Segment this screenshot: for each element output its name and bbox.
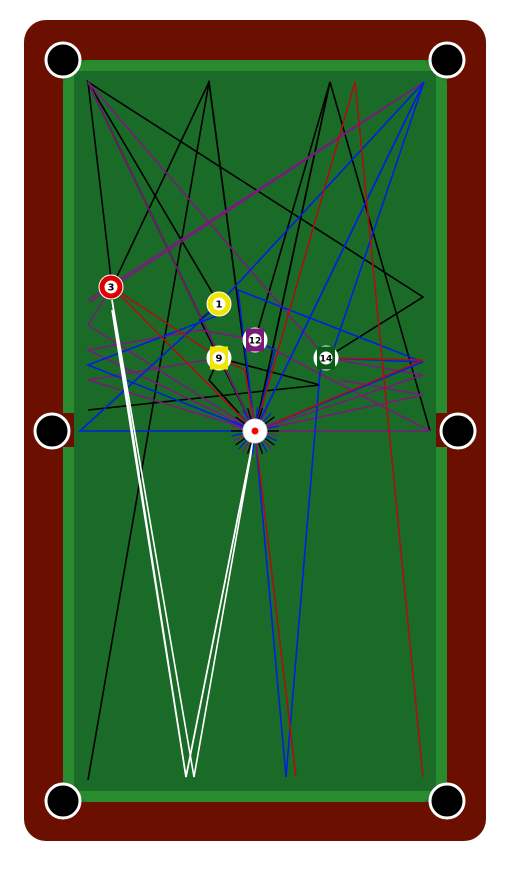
pool-table-view: 3 1 12 9 14: [0, 0, 511, 869]
ball-1[interactable]: 1: [206, 291, 232, 317]
pocket-top-right: [428, 41, 466, 79]
ball-number: 9: [216, 354, 223, 365]
cue-ball-dot: [251, 427, 259, 435]
pocket-top-left: [44, 41, 82, 79]
ball-12[interactable]: 12: [242, 327, 268, 353]
ball-number: 3: [108, 283, 115, 294]
ball-number: 14: [320, 355, 333, 365]
pocket-bottom-right: [428, 782, 466, 820]
ball-number: 1: [216, 300, 223, 311]
ball-3[interactable]: 3: [98, 274, 124, 300]
cue-ball[interactable]: [242, 418, 268, 444]
pocket-middle-right: [439, 412, 477, 450]
ball-9[interactable]: 9: [206, 345, 232, 371]
ball-number: 12: [249, 337, 262, 347]
pocket-bottom-left: [44, 782, 82, 820]
ball-14[interactable]: 14: [313, 345, 339, 371]
pool-table[interactable]: 3 1 12 9 14: [0, 0, 511, 869]
pocket-middle-left: [33, 412, 71, 450]
